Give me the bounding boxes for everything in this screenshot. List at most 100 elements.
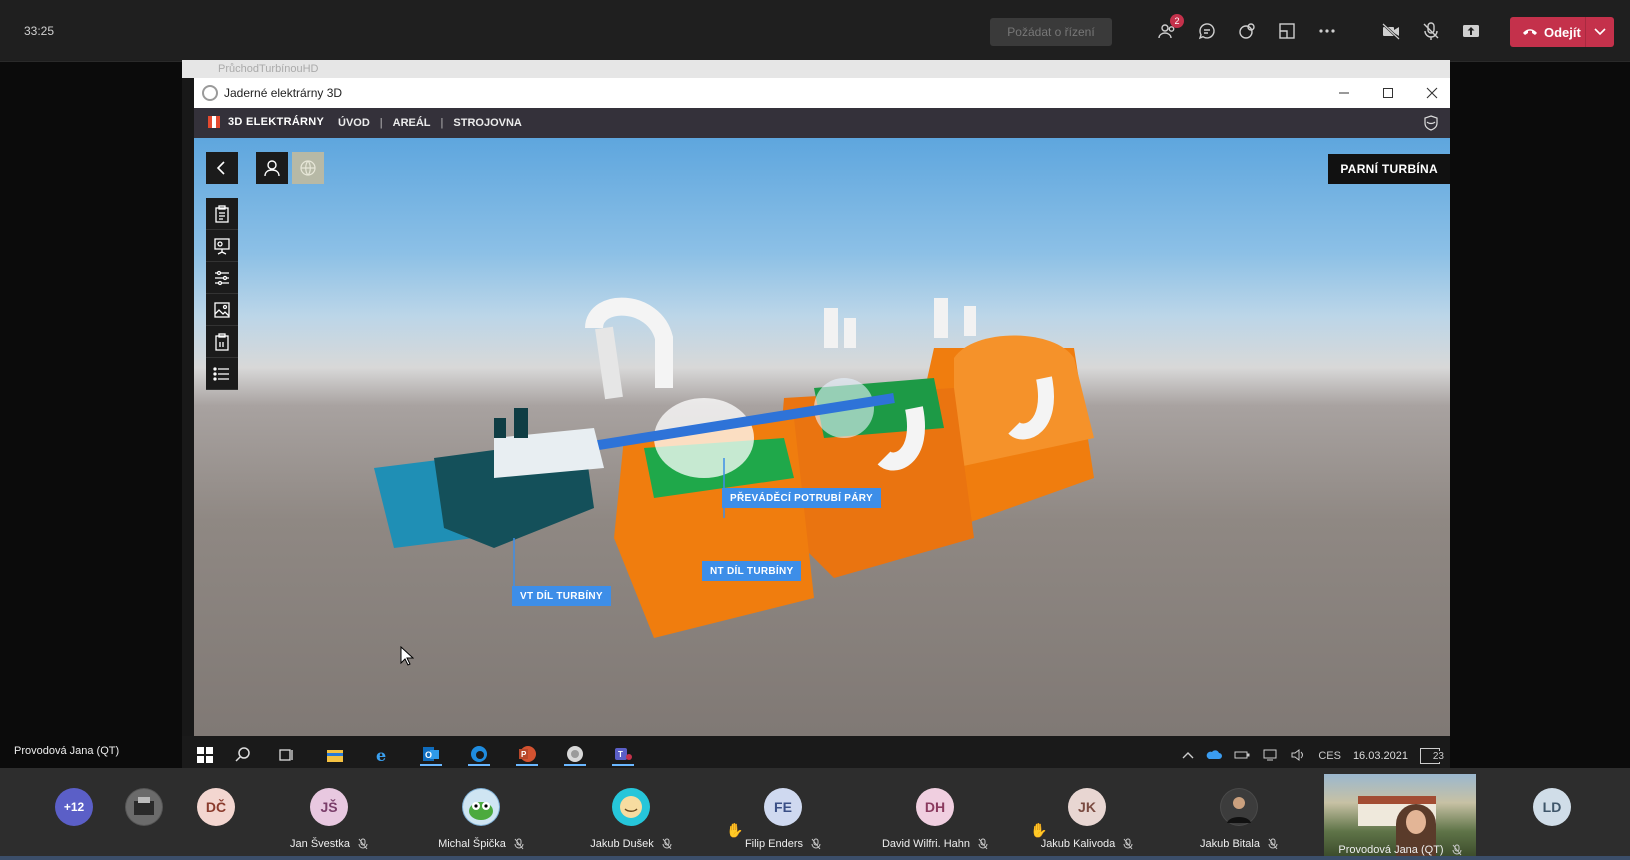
maximize-icon[interactable] [1378,84,1398,102]
leave-button[interactable]: Odejít [1510,17,1614,47]
mic-off-icon [1123,838,1133,850]
svg-text:P: P [521,750,527,759]
avatar: FE [764,788,802,826]
participant-name: Jakub Bitala [1164,838,1314,850]
nav-separator: | [440,117,444,129]
onedrive-icon[interactable] [1206,749,1223,763]
participant-tile[interactable] [106,768,182,856]
participant-name-text: David Wilfri. Hahn [881,838,971,850]
task-view-icon[interactable] [276,744,298,766]
language-indicator[interactable]: CES [1318,750,1341,762]
browser-tab-title[interactable]: PrůchodTurbínouHD [218,63,318,75]
raised-hand-icon: ✋ [726,822,744,838]
participant-tile[interactable]: DČ [178,768,254,856]
battery-icon[interactable] [1234,750,1250,763]
windows-start-icon[interactable] [194,744,216,766]
label-lp-turbine[interactable]: NT DÍL TURBÍNY [702,561,802,581]
participant-name: Jan Švestka [254,838,404,850]
notifications-count: 23 [1431,751,1445,762]
participant-tile[interactable]: ✋ FE Filip Enders [708,768,858,856]
participant-name: David Wilfri. Hahn [860,838,1010,850]
brand[interactable]: 3D ELEKTRÁRNY [208,116,324,128]
participant-tile[interactable]: LD [1514,768,1590,856]
svg-text:O: O [425,750,432,760]
avatar: DH [916,788,954,826]
mic-off-icon [1268,838,1278,850]
avatar: DČ [197,788,235,826]
participant-name-text: Provodová Jana (QT) [1338,844,1444,856]
participant-name-text: Jan Švestka [290,838,350,850]
close-icon[interactable] [1422,84,1442,102]
nav-areal[interactable]: AREÁL [393,117,431,129]
teams-icon[interactable]: T [612,744,634,766]
rooms-icon[interactable] [1276,20,1298,42]
participant-name-text: Filip Enders [744,838,804,850]
notifications-icon[interactable]: 23 [1420,748,1445,764]
participant-tile[interactable]: Michal Špička [406,768,556,856]
more-icon[interactable] [1316,20,1338,42]
file-explorer-icon[interactable] [324,744,346,766]
participant-tile[interactable]: DH David Wilfri. Hahn [860,768,1010,856]
avatar: JŠ [310,788,348,826]
3d-viewport[interactable]: PARNÍ TURBÍNA PŘEVÁDĚCÍ POTRUBÍ PÁRY NT … [194,138,1450,776]
edge-icon[interactable] [468,744,490,766]
volume-icon[interactable] [1290,748,1306,764]
participant-tile[interactable]: Jakub Bitala [1164,768,1314,856]
participant-name-text: Michal Špička [438,838,506,850]
brand-icon [208,116,220,128]
search-icon[interactable] [232,744,254,766]
outlook-icon[interactable]: O [420,744,442,766]
raised-hand-icon: ✋ [1030,822,1048,838]
reactions-icon[interactable] [1236,20,1258,42]
svg-text:T: T [618,750,623,759]
presenter-video[interactable]: Provodová Jana (QT) [1324,774,1476,856]
participant-name-text: Jakub Bitala [1200,838,1260,850]
nav-strojovna[interactable]: STROJOVNA [453,117,521,129]
nav-uvod[interactable]: ÚVOD [338,117,370,129]
avatar: JK [1068,788,1106,826]
taskbar-date[interactable]: 16.03.2021 [1353,750,1408,762]
participants-icon[interactable]: 2 [1156,14,1184,42]
label-steam-pipe[interactable]: PŘEVÁDĚCÍ POTRUBÍ PÁRY [722,488,881,508]
participant-tile[interactable]: Jakub Dušek [556,768,706,856]
participants-badge: 2 [1170,14,1184,28]
participant-tile[interactable]: +12 [36,768,112,856]
avatar [612,788,650,826]
avatar [1220,788,1258,826]
avatar [462,788,500,826]
app-window-title: Jaderné elektrárny 3D [224,86,343,100]
participant-tile[interactable]: ✋ JK Jakub Kalivoda [1012,768,1162,856]
avatar [125,788,163,826]
internet-explorer-icon[interactable]: e [372,744,394,766]
participant-name: Filip Enders [708,838,858,850]
svg-text:e: e [376,746,386,765]
app-titlebar: Jaderné elektrárny 3D [194,78,1450,108]
mic-off-icon[interactable] [1420,20,1442,42]
shield-logo-icon [1422,114,1440,137]
participant-name-text: Jakub Kalivoda [1040,838,1116,850]
label-hp-turbine[interactable]: VT DÍL TURBÍNY [512,586,611,606]
more-participants-badge[interactable]: +12 [55,788,93,826]
participant-name: Michal Špička [406,838,556,850]
camera-off-icon[interactable] [1380,20,1402,42]
participant-name: Jakub Dušek [556,838,706,850]
powerpoint-icon[interactable]: P [516,744,538,766]
participants-gallery: +12 DČ JŠ Jan Švestka Michal Špička Jaku… [0,768,1630,860]
chevron-down-icon[interactable] [1586,28,1614,36]
app-icon [202,85,218,101]
avatar: LD [1533,788,1571,826]
nuclear-app-icon[interactable] [564,744,586,766]
steam-turbine-model[interactable] [194,138,1450,776]
participant-name: Jakub Kalivoda [1012,838,1162,850]
share-icon[interactable] [1460,20,1482,42]
participant-tile[interactable]: JŠ Jan Švestka [254,768,404,856]
presenter-name: Provodová Jana (QT) [14,745,120,757]
request-control-button[interactable]: Požádat o řízení [990,18,1112,46]
chat-icon[interactable] [1196,20,1218,42]
tray-expand-icon[interactable] [1182,750,1194,762]
mic-off-icon [358,838,368,850]
phone-hangup-icon [1522,25,1538,40]
network-icon[interactable] [1262,749,1278,764]
minimize-icon[interactable] [1334,84,1354,102]
leave-label: Odejít [1544,24,1581,40]
